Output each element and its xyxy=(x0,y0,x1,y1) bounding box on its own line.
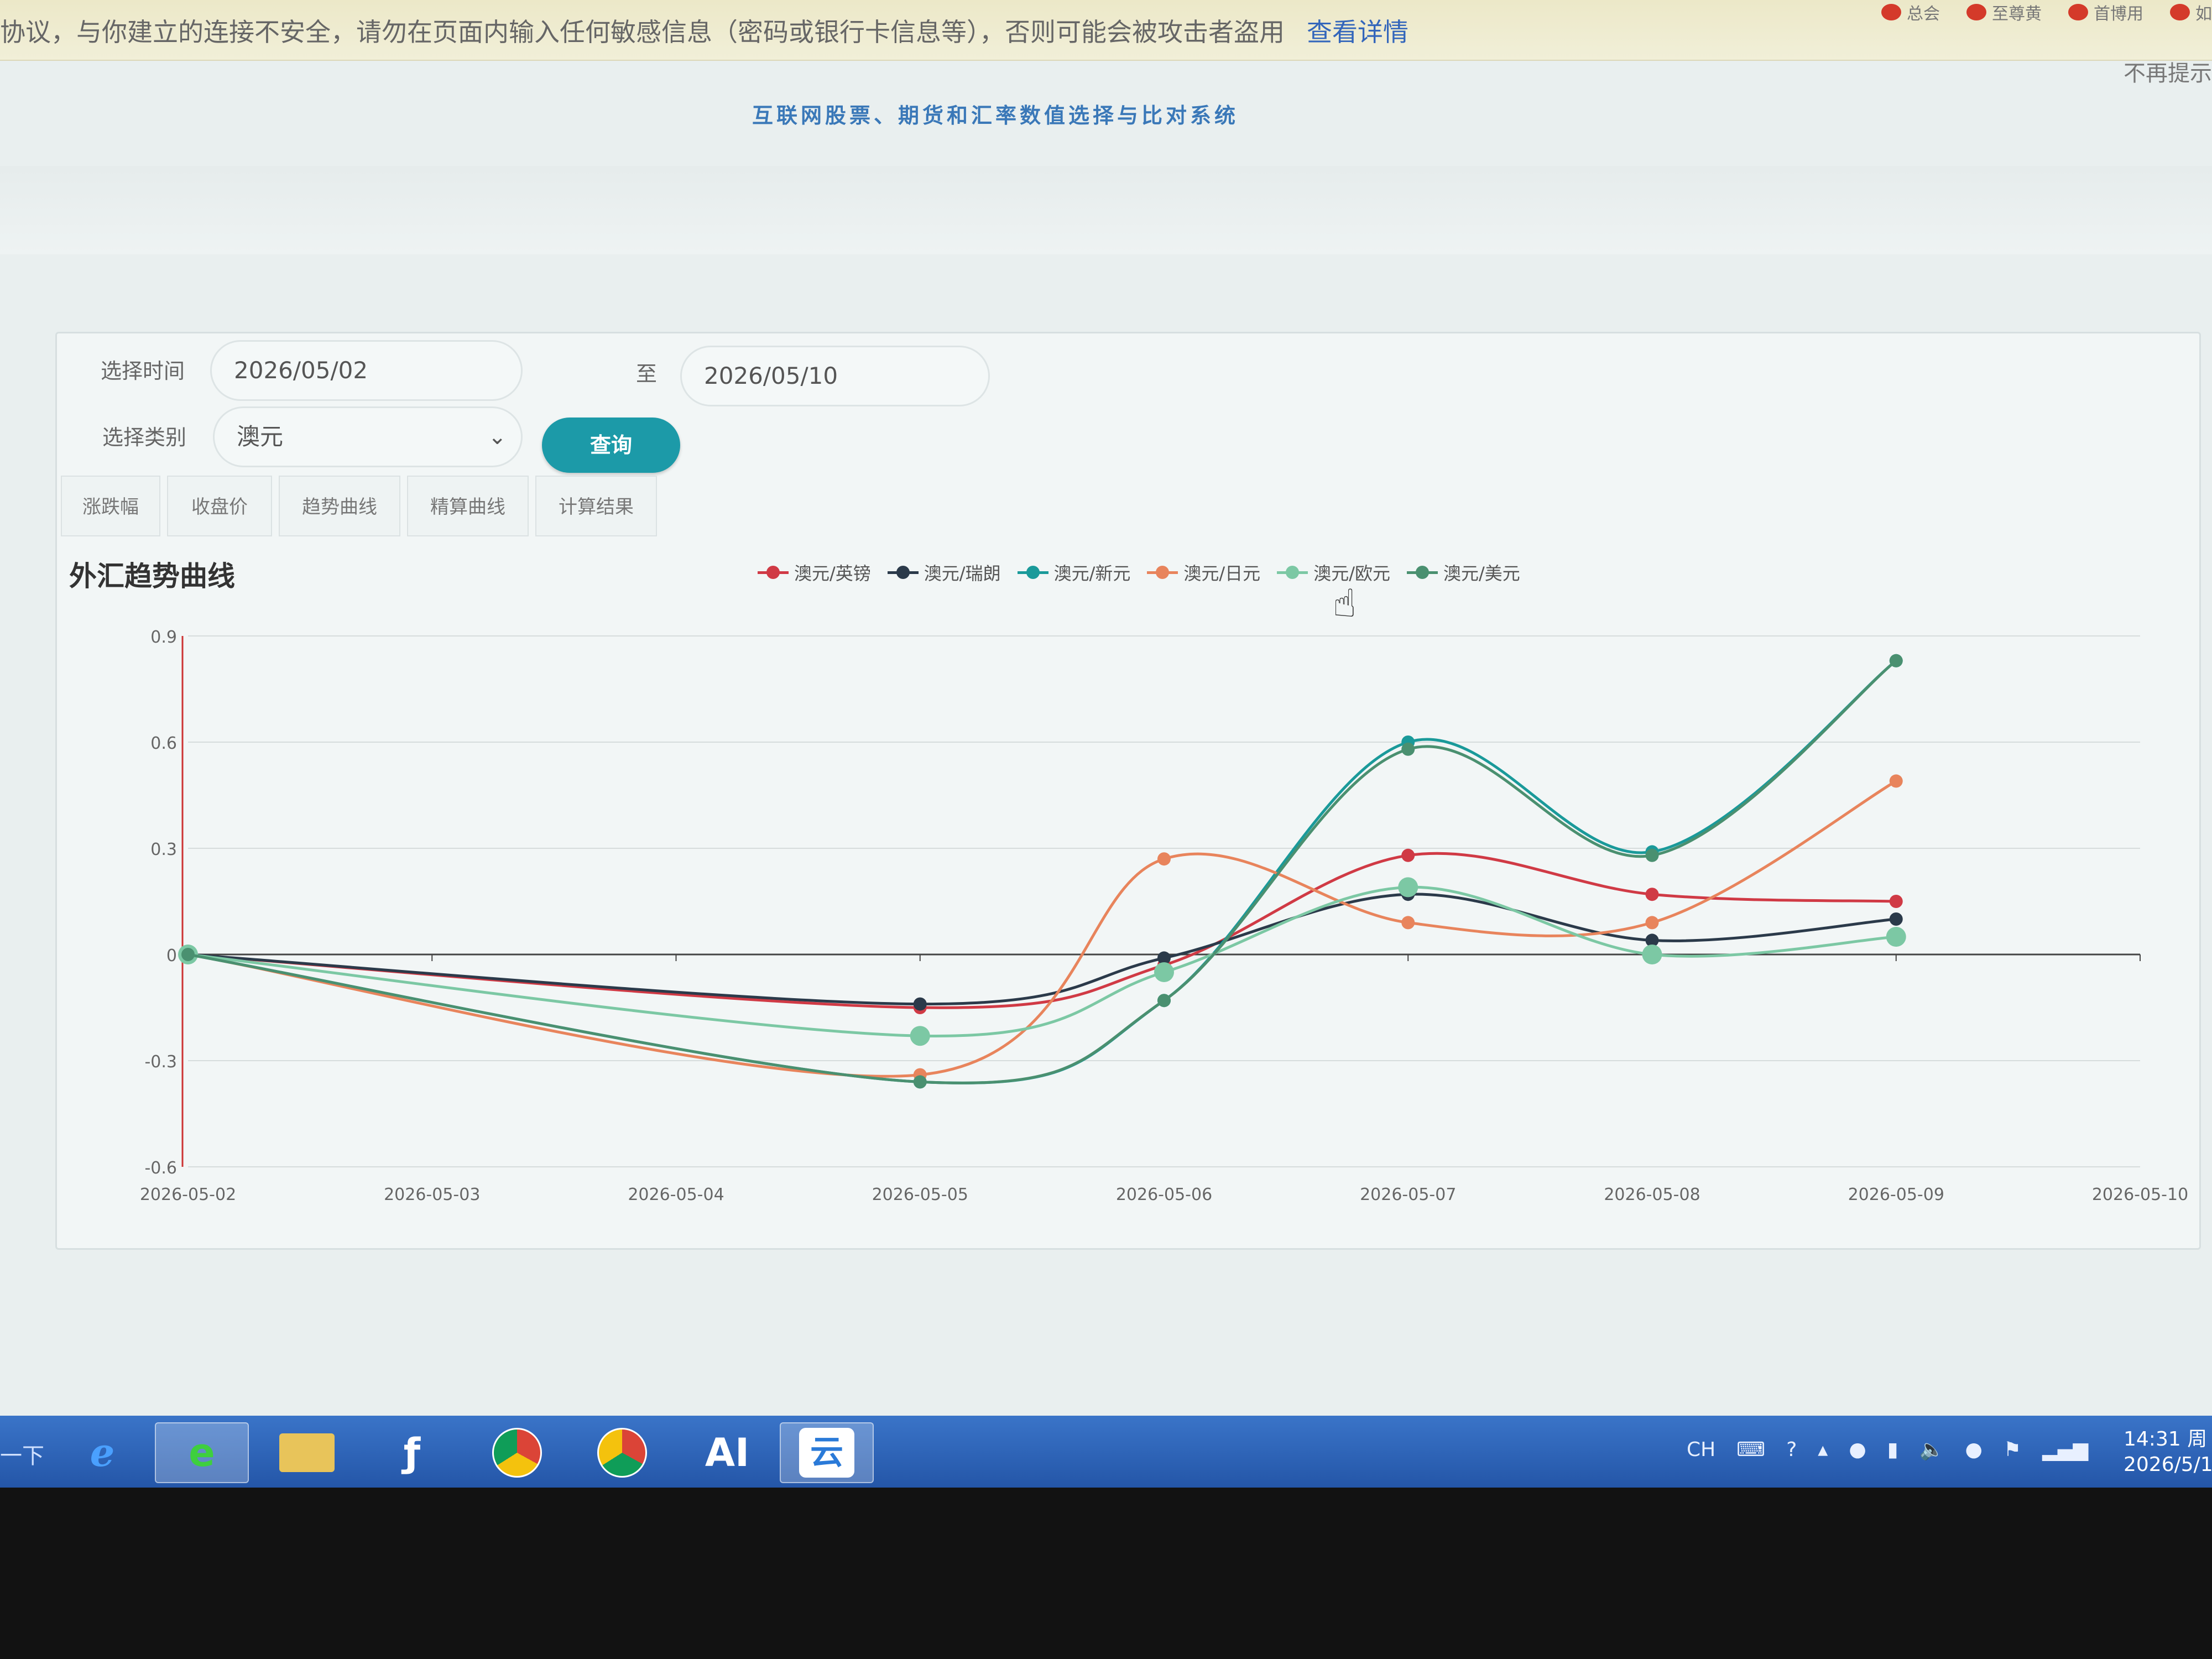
data-point xyxy=(1645,848,1659,862)
data-point xyxy=(910,1026,930,1046)
y-tick-label: 0.6 xyxy=(150,734,177,753)
data-point xyxy=(1401,848,1415,862)
x-tick-label: 2026-05-03 xyxy=(384,1185,480,1204)
data-point xyxy=(1401,916,1415,930)
y-tick-label: 0.3 xyxy=(150,840,177,859)
system-tray: CH ⌨ ? ▴ ● ▮ 🔈 ● ⚑ ▂▄▆ xyxy=(1687,1438,2088,1462)
data-point xyxy=(1889,774,1903,788)
data-point xyxy=(1889,895,1903,908)
input-language-indicator[interactable]: CH xyxy=(1687,1438,1715,1461)
data-point xyxy=(1645,888,1659,901)
y-tick-label: -0.6 xyxy=(144,1159,177,1178)
data-point xyxy=(1401,742,1415,756)
series-line-6 xyxy=(187,659,1897,1084)
flag-icon[interactable]: ⚑ xyxy=(2004,1438,2021,1461)
data-point xyxy=(1886,927,1906,947)
series-line-1 xyxy=(187,852,1896,1009)
arrow-up-icon[interactable]: ▴ xyxy=(1818,1438,1828,1461)
folder-icon[interactable] xyxy=(260,1422,354,1483)
x-tick-label: 2026-05-02 xyxy=(140,1185,236,1204)
start-button[interactable]: 一下 xyxy=(0,1438,44,1470)
x-tick-label: 2026-05-07 xyxy=(1360,1185,1456,1204)
keyboard-icon[interactable]: ⌨ xyxy=(1736,1438,1765,1461)
chrome-alt-icon[interactable] xyxy=(575,1422,669,1483)
wechat-icon[interactable]: ● xyxy=(1965,1438,1982,1461)
x-tick-label: 2026-05-08 xyxy=(1604,1185,1700,1204)
hand-cursor-icon: ☝ xyxy=(1333,581,1357,626)
taskbar: 一下 ℯ e ƒ AI 云 CH ⌨ ? ▴ ● ▮ 🔈 ● ⚑ ▂▄▆ 14:… xyxy=(0,1416,2212,1488)
data-point xyxy=(913,997,927,1011)
help-icon[interactable]: ? xyxy=(1786,1438,1797,1461)
data-point xyxy=(1642,945,1662,964)
trend-chart: 0.9 0.6 0.3 0 -0.3 -0.6 2026-05-02 2026-05-03 20… xyxy=(140,628,2188,1204)
chrome-icon[interactable] xyxy=(470,1422,564,1483)
flash-icon[interactable]: ƒ xyxy=(365,1422,459,1483)
y-tick-label: 0.9 xyxy=(150,628,177,647)
clock[interactable]: 14:31 周 2026/5/1 xyxy=(2124,1427,2212,1478)
y-tick-label: 0 xyxy=(166,946,177,966)
data-point xyxy=(1398,877,1418,898)
volume-icon[interactable]: 🔈 xyxy=(1919,1438,1944,1461)
y-tick-label: -0.3 xyxy=(144,1052,177,1072)
x-tick-label: 2026-05-06 xyxy=(1116,1185,1212,1204)
x-tick-label: 2026-05-10 xyxy=(2092,1185,2188,1204)
x-tick-label: 2026-05-09 xyxy=(1848,1185,1944,1204)
monitor-bezel xyxy=(0,1488,2212,1659)
data-point xyxy=(181,948,195,961)
series-line-4 xyxy=(187,780,1897,1078)
battery-icon[interactable]: ▮ xyxy=(1887,1438,1898,1461)
data-point xyxy=(1157,852,1171,866)
data-point xyxy=(1157,994,1171,1008)
x-tick-label: 2026-05-04 xyxy=(628,1185,724,1204)
browser-e-icon[interactable]: e xyxy=(155,1422,249,1483)
ie-icon[interactable]: ℯ xyxy=(55,1422,149,1483)
cloud-icon[interactable]: 云 xyxy=(780,1422,874,1483)
data-point xyxy=(1645,916,1659,930)
series-line-3 xyxy=(187,659,1897,1084)
ai-icon[interactable]: AI xyxy=(680,1422,774,1483)
data-point xyxy=(1889,912,1903,926)
data-point xyxy=(1889,654,1903,667)
security-shield-icon[interactable]: ● xyxy=(1849,1438,1866,1461)
signal-icon[interactable]: ▂▄▆ xyxy=(2042,1438,2088,1461)
x-tick-label: 2026-05-05 xyxy=(872,1185,968,1204)
data-point xyxy=(913,1075,927,1089)
data-point xyxy=(1154,962,1174,982)
